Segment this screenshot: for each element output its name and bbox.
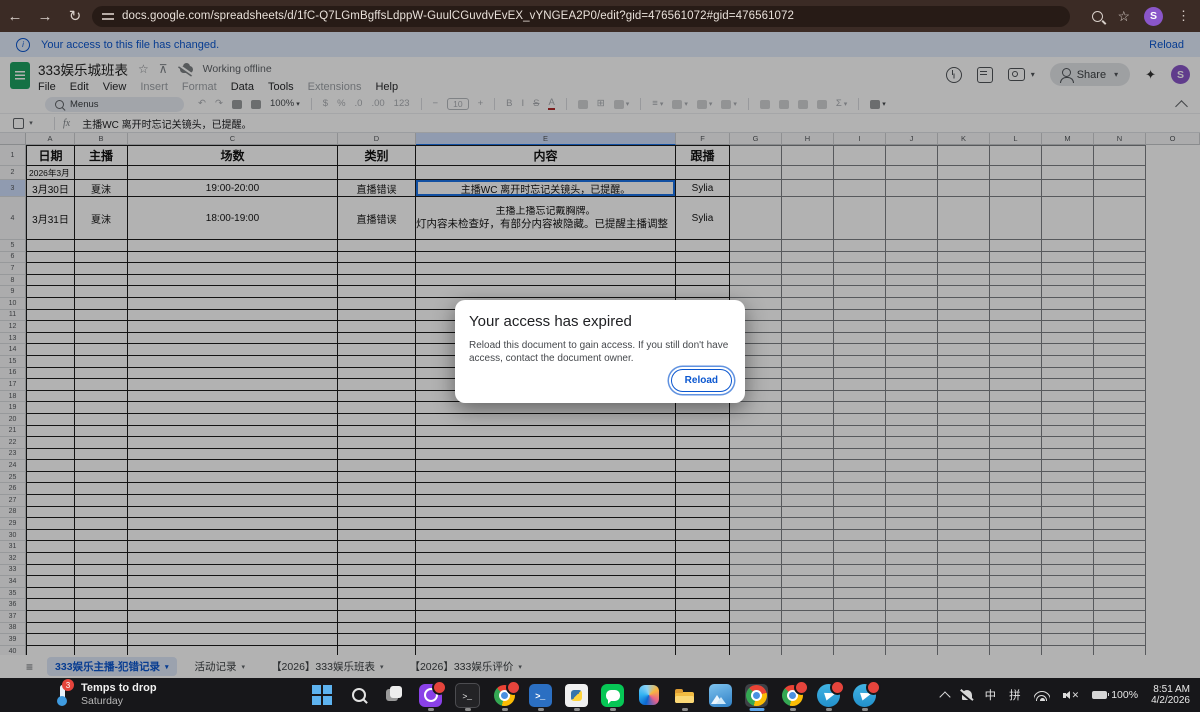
- running-indicator: [826, 708, 832, 711]
- notification-badge: [506, 680, 521, 695]
- taskbar-chrome-icon[interactable]: [745, 684, 768, 707]
- reload-icon[interactable]: ↻: [60, 7, 90, 25]
- running-indicator: [682, 708, 688, 711]
- browser-menu-icon[interactable]: ⋮: [1177, 8, 1190, 24]
- taskbar-powershell-icon[interactable]: [529, 684, 552, 707]
- taskbar-chrome-icon[interactable]: [493, 684, 516, 707]
- taskbar-start-icon[interactable]: [311, 684, 334, 707]
- taskbar: 3 Temps to drop Saturday 中 拼 ✕ 100% 8:51…: [0, 678, 1200, 712]
- running-indicator: [790, 708, 796, 711]
- running-indicator: [502, 708, 508, 711]
- taskbar-line-icon[interactable]: [601, 684, 624, 707]
- url-text[interactable]: docs.google.com/spreadsheets/d/1fC-Q7LGm…: [122, 10, 794, 22]
- taskbar-copilot-icon[interactable]: [637, 684, 660, 707]
- taskbar-telegram-icon[interactable]: [853, 684, 876, 707]
- volume-muted-icon[interactable]: ✕: [1063, 690, 1080, 701]
- taskbar-python-file-icon[interactable]: [565, 684, 588, 707]
- battery-percent: 100%: [1111, 689, 1138, 701]
- taskbar-search-icon[interactable]: [347, 684, 370, 707]
- screen: ← → ↻ docs.google.com/spreadsheets/d/1fC…: [0, 0, 1200, 712]
- dialog-reload-button[interactable]: Reload: [671, 369, 732, 392]
- taskbar-icons: [311, 678, 876, 712]
- battery-icon: [1092, 691, 1107, 699]
- notifications-off-icon[interactable]: [962, 690, 972, 700]
- browser-profile-avatar[interactable]: S: [1144, 7, 1163, 26]
- taskbar-app-purple-icon[interactable]: [419, 684, 442, 707]
- running-indicator: [465, 708, 471, 711]
- notification-badge: [794, 680, 809, 695]
- running-indicator: [749, 708, 764, 711]
- running-indicator: [538, 708, 544, 711]
- tray-date: 4/2/2026: [1151, 695, 1190, 707]
- taskbar-photos-icon[interactable]: [709, 684, 732, 707]
- notification-badge: [432, 680, 447, 695]
- battery-indicator[interactable]: 100%: [1092, 689, 1138, 701]
- taskbar-file-explorer-icon[interactable]: [673, 684, 696, 707]
- weather-widget[interactable]: 3 Temps to drop Saturday: [52, 682, 157, 707]
- back-icon[interactable]: ←: [0, 8, 30, 25]
- ime-mode-indicator[interactable]: 拼: [1009, 687, 1021, 703]
- notification-badge: [866, 680, 881, 695]
- running-indicator: [610, 708, 616, 711]
- running-indicator: [862, 708, 868, 711]
- ime-language-indicator[interactable]: 中: [985, 687, 997, 703]
- dialog-body: Reload this document to gain access. If …: [469, 339, 731, 365]
- bookmark-star-icon[interactable]: ☆: [1117, 8, 1130, 25]
- taskbar-telegram-icon[interactable]: [817, 684, 840, 707]
- notification-badge: [830, 680, 845, 695]
- running-indicator: [428, 708, 434, 711]
- taskbar-chrome-icon[interactable]: [781, 684, 804, 707]
- tray-expand-icon[interactable]: [939, 691, 950, 702]
- taskbar-task-view-icon[interactable]: [383, 684, 406, 707]
- clock[interactable]: 8:51 AM 4/2/2026: [1151, 684, 1190, 707]
- address-bar[interactable]: docs.google.com/spreadsheets/d/1fC-Q7LGm…: [92, 6, 1070, 27]
- site-info-icon[interactable]: [102, 10, 114, 22]
- system-tray: 中 拼 ✕ 100% 8:51 AM 4/2/2026: [941, 678, 1190, 712]
- forward-icon[interactable]: →: [30, 8, 60, 25]
- tray-time: 8:51 AM: [1151, 684, 1190, 696]
- search-tabs-icon[interactable]: [1092, 11, 1103, 22]
- thermometer-icon: 3: [52, 682, 72, 707]
- dialog-title: Your access has expired: [469, 313, 731, 330]
- weather-headline: Temps to drop: [81, 682, 157, 695]
- wifi-icon[interactable]: [1034, 690, 1050, 701]
- access-expired-dialog: Your access has expired Reload this docu…: [455, 300, 745, 403]
- weather-badge: 3: [62, 679, 74, 691]
- taskbar-terminal-icon[interactable]: [455, 683, 480, 708]
- browser-toolbar: ← → ↻ docs.google.com/spreadsheets/d/1fC…: [0, 0, 1200, 32]
- running-indicator: [574, 708, 580, 711]
- weather-subline: Saturday: [81, 695, 157, 707]
